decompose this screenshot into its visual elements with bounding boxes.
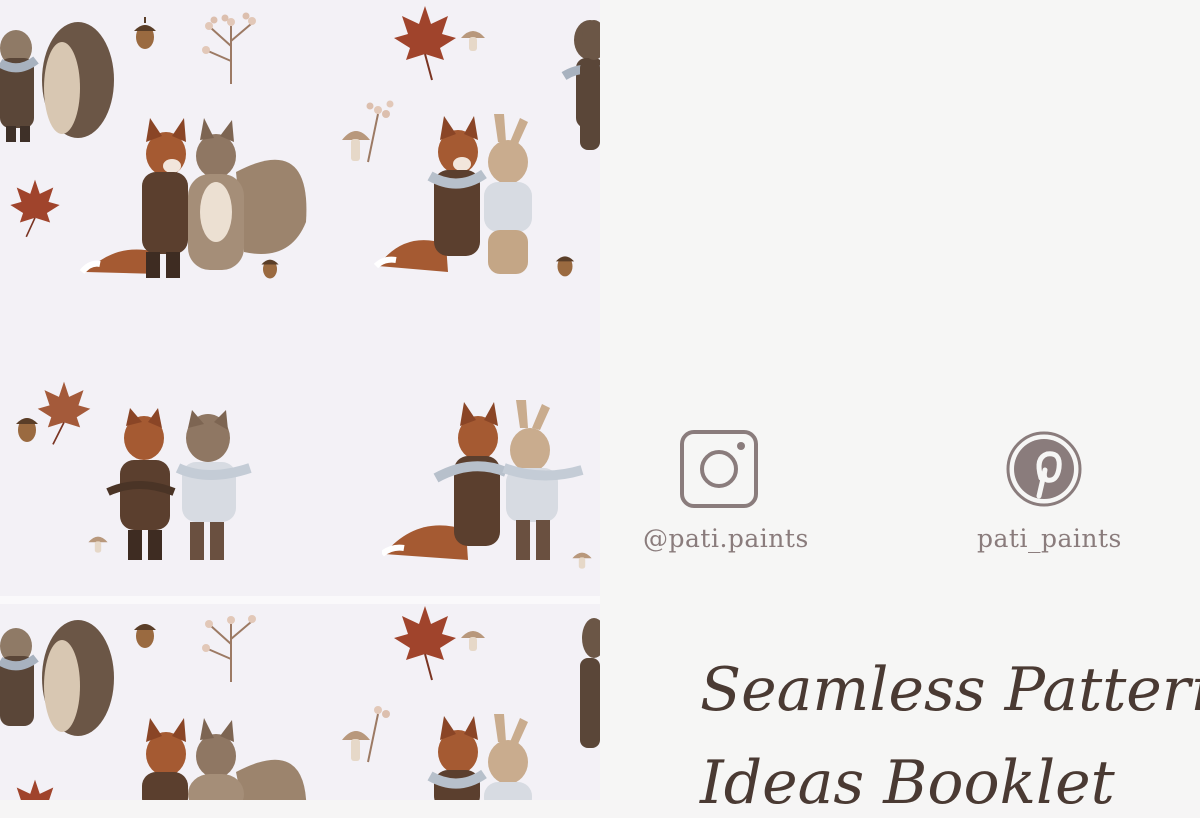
partial-animal-illustration xyxy=(580,618,600,748)
fox-bunny-pair-illustration xyxy=(374,114,532,274)
title-line-1: Seamless Pattern xyxy=(700,655,1200,725)
maple-leaf-illustration xyxy=(10,179,60,238)
acorn-illustration xyxy=(555,256,575,277)
berry-sprig-illustration xyxy=(202,12,256,84)
acorn-illustration xyxy=(261,259,279,279)
title-line-2: Ideas Booklet xyxy=(700,748,1115,818)
mushroom-illustration xyxy=(461,631,485,651)
instagram-icon[interactable] xyxy=(680,430,758,508)
maple-leaf-illustration xyxy=(394,606,456,681)
acorn-illustration xyxy=(134,624,156,648)
maple-leaf-illustration xyxy=(16,779,54,800)
fox-bunny-pair-illustration xyxy=(382,400,584,560)
tile-seam xyxy=(0,596,600,604)
pinterest-icon[interactable] xyxy=(1005,430,1083,508)
maple-leaf-illustration xyxy=(394,6,456,81)
fox-bunny-pair-illustration xyxy=(427,714,532,800)
maple-leaf-illustration xyxy=(37,381,91,445)
pattern-preview xyxy=(0,0,600,800)
acorn-illustration xyxy=(134,17,156,49)
partial-animal-illustration xyxy=(580,20,600,150)
mushroom-illustration xyxy=(88,536,108,553)
instagram-handle[interactable]: @pati.paints xyxy=(643,524,809,553)
mushroom-illustration xyxy=(572,552,592,569)
fox-hedgehog-pair-illustration xyxy=(106,408,252,560)
acorn-illustration xyxy=(16,418,38,442)
berry-sprig-illustration xyxy=(202,615,256,682)
pinterest-handle[interactable]: pati_paints xyxy=(977,524,1122,553)
fox-squirrel-pair-illustration xyxy=(142,718,307,800)
mushroom-illustration xyxy=(461,31,485,51)
